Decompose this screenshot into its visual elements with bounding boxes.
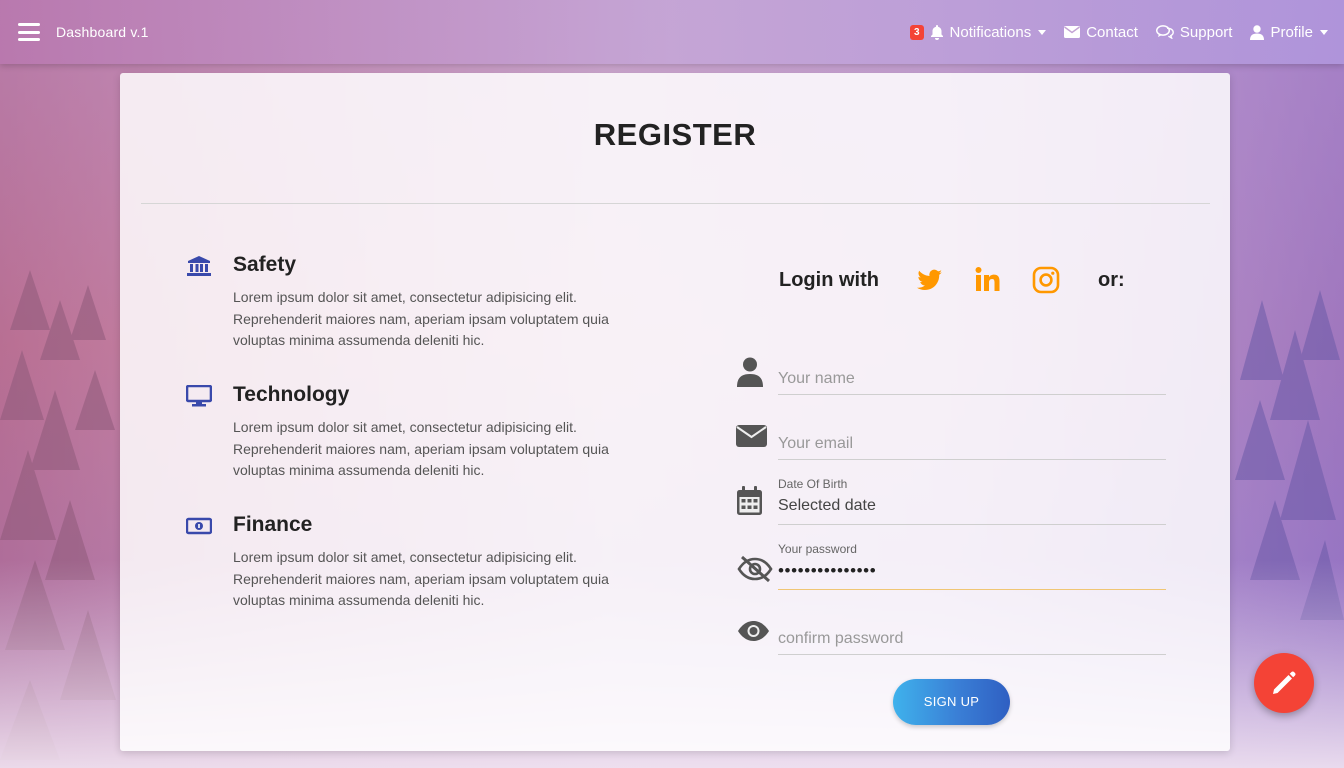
feature-text: Lorem ipsum dolor sit amet, consectetur … (233, 419, 609, 478)
brand-title[interactable]: Dashboard v.1 (56, 24, 149, 40)
name-field[interactable]: Your name (778, 335, 1166, 395)
profile-label: Profile (1270, 23, 1313, 41)
name-input[interactable]: Your name (778, 370, 855, 388)
signup-button[interactable]: SIGN UP (893, 679, 1010, 725)
password-field[interactable]: Your password ••••••••••••••• (778, 530, 1166, 590)
email-input[interactable]: Your email (778, 435, 853, 453)
bank-icon (187, 256, 211, 276)
top-navbar: Dashboard v.1 3 Notifications Contact Su… (0, 0, 1344, 64)
bell-icon (930, 24, 943, 40)
instagram-icon[interactable] (1031, 265, 1061, 295)
or-label: or: (1098, 269, 1125, 291)
password-label: Your password (778, 542, 857, 556)
confirm-password-field[interactable]: confirm password (778, 595, 1166, 655)
input-underline (778, 524, 1166, 525)
confirm-password-input[interactable]: confirm password (778, 630, 903, 648)
notifications-label: Notifications (949, 23, 1032, 41)
linkedin-icon[interactable] (973, 265, 1003, 295)
support-link[interactable]: Support (1155, 23, 1233, 41)
email-field[interactable]: Your email (778, 400, 1166, 460)
dob-input[interactable]: Selected date (778, 497, 876, 515)
feature-title: Finance (233, 513, 313, 536)
dob-label: Date Of Birth (778, 477, 848, 491)
register-card: REGISTER Safety Lorem ipsum dolor sit am… (120, 73, 1230, 751)
contact-link[interactable]: Contact (1064, 24, 1138, 41)
password-input[interactable]: ••••••••••••••• (778, 561, 876, 581)
feature-title: Safety (233, 253, 297, 276)
support-label: Support (1179, 23, 1233, 41)
notifications-menu[interactable]: 3 Notifications (909, 23, 1047, 41)
eye-slash-icon[interactable] (737, 555, 773, 583)
feature-text: Lorem ipsum dolor sit amet, consectetur … (233, 289, 609, 348)
chevron-down-icon (1320, 29, 1328, 35)
contact-label: Contact (1086, 23, 1138, 41)
divider (141, 203, 1210, 204)
calendar-icon (737, 486, 762, 515)
feature-text: Lorem ipsum dolor sit amet, consectetur … (233, 549, 609, 608)
monitor-icon (186, 385, 212, 407)
input-underline (778, 654, 1166, 655)
money-icon (186, 517, 212, 535)
comments-icon (1155, 25, 1174, 39)
twitter-icon[interactable] (914, 265, 944, 295)
feature-title: Technology (233, 383, 350, 406)
page-title: REGISTER (593, 117, 757, 152)
user-icon (1250, 24, 1265, 40)
notifications-badge: 3 (909, 24, 924, 40)
dob-field[interactable]: Date Of Birth Selected date (778, 465, 1166, 525)
input-underline (778, 589, 1166, 590)
login-with-label: Login with (779, 269, 879, 291)
input-underline (778, 459, 1166, 460)
envelope-icon (1064, 26, 1081, 38)
input-underline (778, 394, 1166, 395)
eye-icon[interactable] (737, 619, 770, 643)
chevron-down-icon (1038, 29, 1047, 35)
profile-menu[interactable]: Profile (1250, 24, 1328, 41)
pencil-icon (1273, 671, 1296, 694)
edit-fab-button[interactable] (1254, 653, 1314, 713)
envelope-icon (736, 425, 767, 447)
user-icon (737, 357, 763, 387)
menu-icon[interactable] (18, 23, 40, 41)
